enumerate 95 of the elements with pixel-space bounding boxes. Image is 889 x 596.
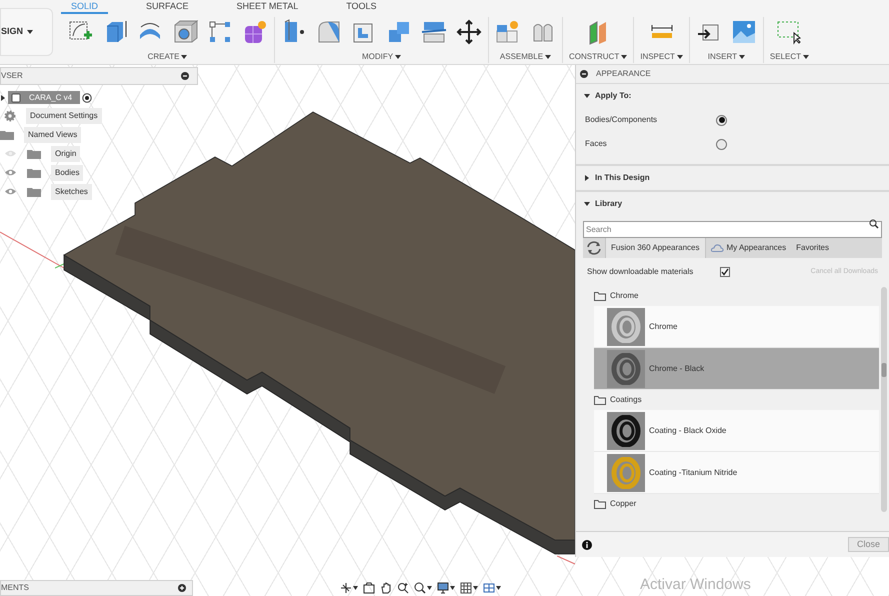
sparkle-box-icon[interactable]	[242, 19, 268, 45]
eye-icon[interactable]	[4, 168, 17, 177]
section-title[interactable]: Apply To:	[595, 90, 632, 102]
image-icon[interactable]	[730, 19, 757, 45]
section-toggle-icon[interactable]	[584, 93, 590, 99]
caret-icon	[0, 94, 6, 100]
gear-icon	[4, 110, 16, 122]
caret-icon	[181, 54, 188, 60]
split-icon[interactable]	[421, 19, 447, 45]
joint-icon[interactable]	[495, 19, 521, 45]
material-item[interactable]: Coating -Titanium Nitride	[594, 452, 879, 494]
folder-icon	[0, 130, 14, 140]
folder-icon	[594, 292, 606, 300]
caret-icon[interactable]	[353, 586, 358, 590]
library-tab[interactable]: Fusion 360 Appearances	[605, 238, 706, 258]
ribbon-tab[interactable]: TOOLS	[336, 0, 387, 14]
panel-title: APPEARANCE	[596, 68, 651, 80]
folder-icon	[594, 500, 606, 508]
component-icon	[11, 92, 21, 102]
checkbox-label: Show downloadable materials	[587, 266, 694, 278]
library-tab[interactable]: My Appearances	[706, 238, 792, 258]
combine-icon[interactable]	[386, 19, 412, 45]
fillet-icon[interactable]	[316, 19, 342, 45]
browser-title: VSER	[1, 70, 23, 82]
group-menu-button[interactable]: INSERT	[708, 51, 745, 63]
material-item[interactable]: Chrome - Black	[594, 348, 879, 390]
zoom-window-icon[interactable]	[414, 582, 426, 594]
select-box-icon[interactable]	[776, 19, 802, 45]
folder-icon	[27, 168, 41, 178]
tree-item-label[interactable]: Origin	[51, 146, 80, 162]
axis-line	[557, 555, 576, 565]
tree-item-label[interactable]: Document Settings	[26, 108, 102, 124]
grid-icon[interactable]	[460, 582, 472, 594]
tree-item-label[interactable]: Bodies	[51, 164, 84, 180]
ribbon-tab[interactable]: SHEET METAL	[226, 0, 308, 14]
layout-icon[interactable]	[483, 582, 495, 594]
hole-icon[interactable]	[172, 19, 198, 45]
folder-label[interactable]: Copper	[610, 498, 636, 510]
search-icon[interactable]	[869, 219, 879, 229]
ribbon-tab[interactable]: SURFACE	[136, 0, 199, 14]
add-icon[interactable]	[178, 584, 186, 592]
workspace-button[interactable]: SIGN	[0, 8, 53, 56]
section-toggle-icon[interactable]	[584, 175, 590, 181]
section-title[interactable]: In This Design	[595, 172, 650, 184]
caret-icon	[545, 54, 552, 60]
caret-icon[interactable]	[473, 586, 478, 590]
option-label: Bodies/Components	[585, 114, 658, 126]
move-icon[interactable]	[456, 19, 482, 45]
collapse-icon[interactable]	[580, 70, 588, 78]
material-item[interactable]: Chrome	[594, 306, 879, 348]
caret-icon	[27, 29, 34, 35]
caret-icon[interactable]	[427, 586, 432, 590]
tree-item-label[interactable]: Sketches	[51, 184, 92, 200]
folder-label[interactable]: Chrome	[610, 290, 638, 302]
caret-icon[interactable]	[450, 586, 455, 590]
zoom-icon[interactable]	[397, 582, 409, 594]
option-label: Faces	[585, 138, 608, 150]
caret-icon	[676, 54, 683, 60]
checkbox[interactable]	[720, 267, 730, 277]
comments-title: MENTS	[1, 582, 29, 594]
library-tab[interactable]: Favorites	[791, 238, 834, 258]
caret-icon	[803, 54, 810, 60]
radio-button[interactable]	[716, 114, 727, 126]
group-menu-button[interactable]: CONSTRUCT	[569, 51, 628, 63]
section-title[interactable]: Library	[595, 198, 622, 210]
caret-icon	[395, 54, 402, 60]
folder-icon	[27, 186, 41, 196]
cloud-icon	[710, 244, 724, 252]
caret-icon	[738, 54, 745, 60]
component-label: CARA_C v4	[29, 92, 72, 104]
collapse-icon[interactable]	[181, 72, 189, 80]
caret-icon	[621, 54, 628, 60]
info-icon[interactable]	[582, 540, 592, 550]
group-menu-button[interactable]: CREATE	[148, 51, 188, 63]
orbit-icon[interactable]	[340, 582, 352, 594]
eye-icon[interactable]	[4, 187, 17, 196]
section-toggle-icon[interactable]	[584, 201, 590, 207]
search-field[interactable]: Search	[583, 221, 882, 238]
caret-icon[interactable]	[496, 586, 501, 590]
material-item[interactable]: Coating - Black Oxide	[594, 410, 879, 452]
group-menu-button[interactable]: MODIFY	[362, 51, 402, 63]
radio-button[interactable]	[716, 138, 727, 150]
pattern-icon[interactable]	[207, 19, 233, 45]
scrollbar-drawing[interactable]	[881, 287, 887, 512]
tree-item-label[interactable]: Named Views	[24, 126, 82, 142]
folder-label[interactable]: Coatings	[610, 394, 642, 406]
activate-radio-icon[interactable]	[82, 92, 92, 102]
monitor-icon[interactable]	[437, 582, 449, 594]
activation-notice: Activar Windows	[640, 575, 751, 595]
group-menu-button[interactable]: SELECT	[770, 51, 810, 63]
group-menu-button[interactable]: INSPECT	[640, 51, 683, 63]
folder-icon	[594, 396, 606, 404]
folder-icon	[27, 148, 41, 158]
group-menu-button[interactable]: ASSEMBLE	[500, 51, 552, 63]
hand-icon[interactable]	[380, 582, 392, 594]
